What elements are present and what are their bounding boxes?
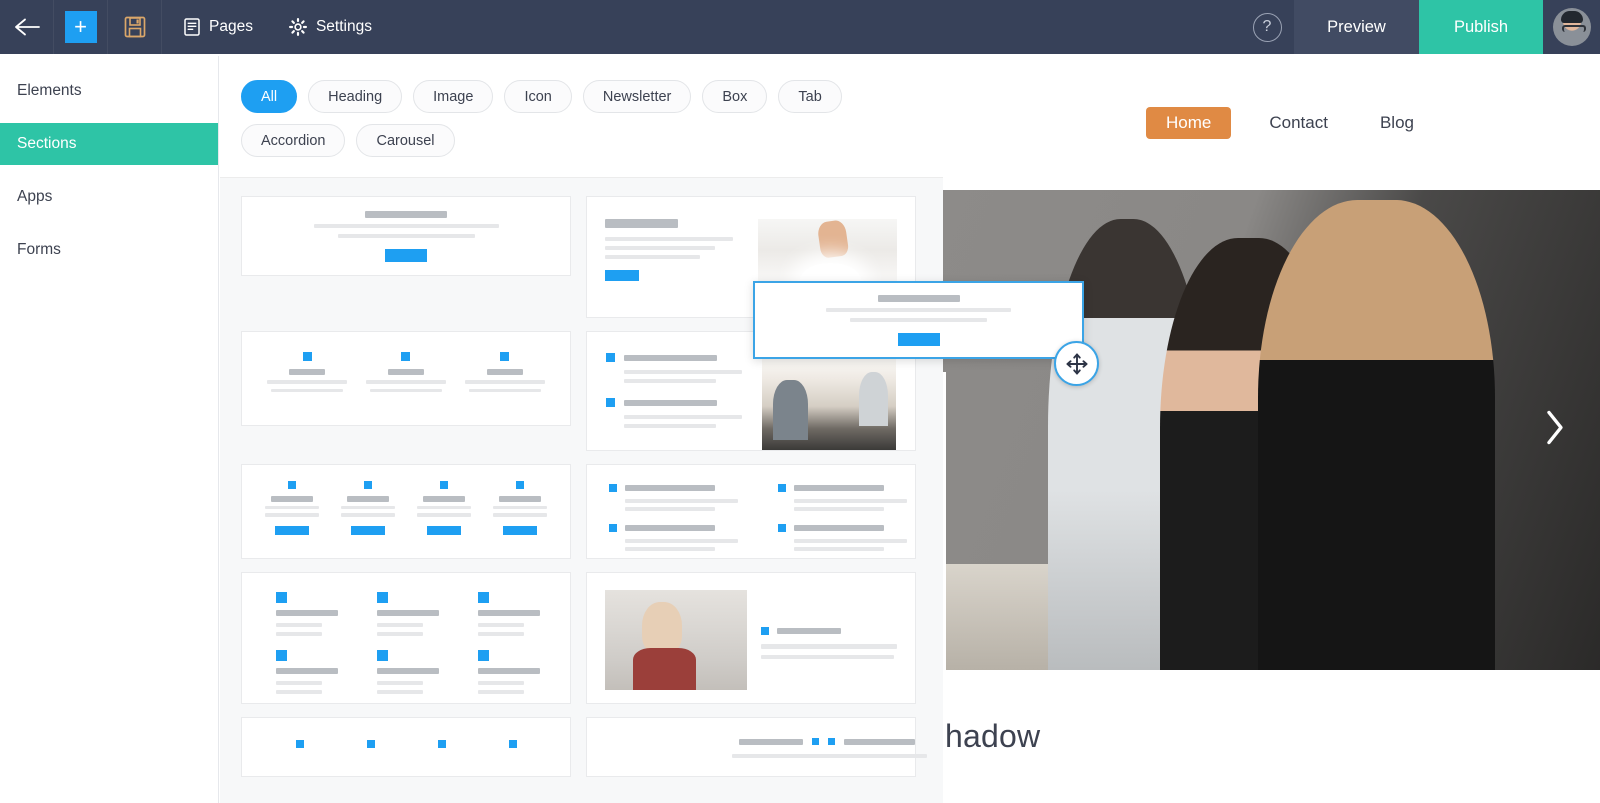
plus-icon: + — [64, 11, 97, 43]
avatar — [1552, 8, 1591, 46]
hero-banner — [943, 190, 1600, 670]
template-card-image-text[interactable] — [586, 572, 916, 704]
help-button[interactable]: ? — [1240, 0, 1294, 54]
site-nav-home[interactable]: Home — [1146, 107, 1232, 139]
filter-chip-heading[interactable]: Heading — [308, 80, 403, 113]
template-card-four-icons-partial[interactable] — [241, 717, 571, 777]
template-card-two-col-bullets[interactable] — [586, 464, 916, 559]
sections-panel: All Heading Image Icon Newsletter Box Ta… — [220, 56, 943, 803]
preview-left-edge — [943, 372, 946, 803]
drag-move-handle[interactable] — [1054, 341, 1099, 386]
floppy-disk-save-icon — [124, 16, 145, 38]
template-card-centered-cta[interactable] — [241, 196, 571, 276]
toolbar-underline — [0, 54, 1600, 56]
carousel-next-button[interactable] — [1544, 409, 1566, 452]
page-icon — [184, 18, 200, 36]
template-card-three-icons[interactable] — [241, 331, 571, 426]
save-button[interactable] — [108, 0, 162, 54]
template-photo-placeholder — [762, 353, 896, 450]
site-nav-contact[interactable]: Contact — [1243, 113, 1354, 133]
back-button[interactable] — [0, 0, 54, 54]
filter-chip-image[interactable]: Image — [413, 80, 494, 113]
site-navigation: Home Contact Blog — [943, 56, 1600, 190]
settings-label: Settings — [315, 18, 372, 35]
pages-menu-button[interactable]: Pages — [162, 0, 271, 54]
filter-chip-accordion[interactable]: Accordion — [241, 124, 346, 157]
gear-icon — [288, 18, 307, 36]
preview-button[interactable]: Preview — [1294, 0, 1419, 54]
section-heading-partial: hadow — [945, 718, 1041, 754]
template-photo-placeholder — [605, 590, 747, 690]
filter-chips: All Heading Image Icon Newsletter Box Ta… — [241, 80, 901, 157]
hero-person-foreground — [1258, 199, 1495, 670]
template-card-six-icon-grid[interactable] — [241, 572, 571, 704]
question-mark-icon: ? — [1252, 12, 1282, 42]
sidebar-item-apps[interactable]: Apps — [0, 176, 218, 218]
filter-chip-tab[interactable]: Tab — [778, 80, 842, 113]
settings-menu-button[interactable]: Settings — [271, 0, 390, 54]
account-menu-button[interactable] — [1543, 0, 1600, 54]
sidebar-item-label: Forms — [17, 241, 61, 258]
sidebar-item-sections[interactable]: Sections — [0, 123, 218, 165]
sidebar-item-label: Sections — [17, 135, 77, 152]
filter-chip-icon[interactable]: Icon — [504, 80, 572, 113]
below-hero-section: hadow — [943, 670, 1600, 803]
dragged-section-ghost[interactable] — [753, 281, 1084, 359]
filter-chip-all[interactable]: All — [241, 80, 298, 113]
top-toolbar: + Pages Settings ? Preview Publish — [0, 0, 1600, 54]
add-element-button[interactable]: + — [54, 0, 108, 54]
sidebar-item-elements[interactable]: Elements — [0, 70, 218, 112]
template-card-four-icons-cta[interactable] — [241, 464, 571, 559]
left-sidebar: Elements Sections Apps Forms — [0, 56, 219, 803]
filter-chip-box[interactable]: Box — [702, 80, 768, 113]
publish-button[interactable]: Publish — [1419, 0, 1543, 54]
site-nav-blog[interactable]: Blog — [1354, 113, 1440, 133]
filter-chip-bar: All Heading Image Icon Newsletter Box Ta… — [220, 56, 943, 178]
section-template-grid — [220, 178, 943, 777]
pages-label: Pages — [209, 18, 253, 35]
filter-chip-carousel[interactable]: Carousel — [356, 124, 455, 157]
sidebar-item-forms[interactable]: Forms — [0, 229, 218, 271]
template-card-split-heading-partial[interactable] — [586, 717, 927, 777]
filter-chip-newsletter[interactable]: Newsletter — [582, 80, 692, 113]
website-preview: Home Contact Blog hadow — [943, 56, 1600, 803]
sidebar-item-label: Elements — [17, 82, 82, 99]
sidebar-item-label: Apps — [17, 188, 53, 205]
move-arrows-icon — [1066, 353, 1087, 374]
arrow-left-icon — [14, 18, 40, 36]
chevron-right-icon — [1547, 410, 1563, 445]
